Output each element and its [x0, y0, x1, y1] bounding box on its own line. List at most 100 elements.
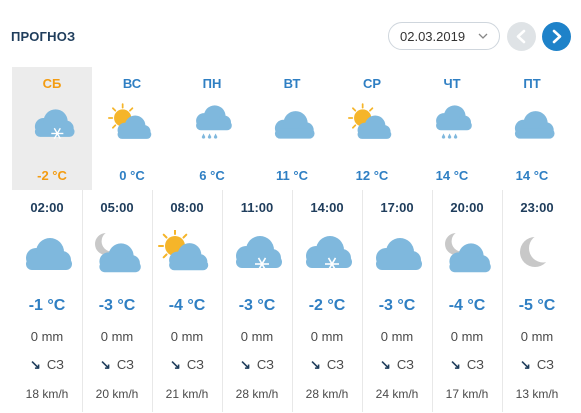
hour-wind-direction: ↘ СЗ — [82, 357, 152, 373]
hour-temperature: -3 °C — [378, 297, 416, 314]
day-temperature: 14 °C — [435, 168, 469, 183]
hour-wind-speed: 18 km/h — [25, 387, 69, 401]
hour-wind-direction: ↘ СЗ — [292, 357, 362, 373]
day-tab[interactable]: ВТ 11 °C — [252, 67, 332, 190]
hour-column: 14:00 -2 °C 0 mm ↘ СЗ 28 km/h — [292, 190, 362, 413]
hour-time: 08:00 — [170, 200, 204, 215]
hour-time: 02:00 — [30, 200, 64, 215]
date-select[interactable]: 02.03.2019 — [388, 22, 500, 50]
sun-cloud-icon — [348, 101, 398, 147]
cloud-snow-icon — [298, 230, 356, 276]
hour-temperature: -5 °C — [518, 297, 556, 314]
hour-column: 23:00 -5 °C 0 mm ↘ СЗ 13 km/h — [502, 190, 572, 413]
chevron-left-icon — [516, 29, 526, 44]
wind-direction-label: СЗ — [396, 357, 414, 372]
hour-precipitation: 0 mm — [170, 329, 204, 344]
hour-precipitation: 0 mm — [100, 329, 134, 344]
hour-wind-direction: ↘ СЗ — [362, 357, 432, 373]
forecast-title: ПРОГНОЗ — [11, 29, 76, 44]
hour-wind-speed: 28 km/h — [235, 387, 279, 401]
hour-wind-direction: ↘ СЗ — [432, 357, 502, 373]
hour-precipitation: 0 mm — [240, 329, 274, 344]
day-tab[interactable]: ПТ 14 °C — [492, 67, 572, 190]
day-tab[interactable]: СБ -2 °C — [12, 67, 92, 190]
hour-precipitation: 0 mm — [380, 329, 414, 344]
wind-direction-label: СЗ — [116, 357, 134, 372]
wind-arrow-icon: ↘ — [449, 357, 461, 372]
hour-wind-speed: 28 km/h — [305, 387, 349, 401]
wind-direction-label: СЗ — [326, 357, 344, 372]
wind-direction-label: СЗ — [46, 357, 64, 372]
days-strip: СБ -2 °C ВС 0 °C ПН 6 °C ВТ 11 °C СР 12 °C ЧТ… — [12, 67, 572, 190]
wind-direction-label: СЗ — [536, 357, 554, 372]
hour-temperature: -3 °C — [238, 297, 276, 314]
day-name: СБ — [42, 76, 62, 91]
hour-column: 05:00 -3 °C 0 mm ↘ СЗ 20 km/h — [82, 190, 152, 413]
cloud-icon — [268, 101, 318, 147]
day-tab[interactable]: ВС 0 °C — [92, 67, 172, 190]
hour-wind-speed: 21 km/h — [165, 387, 209, 401]
wind-direction-label: СЗ — [186, 357, 204, 372]
wind-arrow-icon: ↘ — [309, 357, 321, 372]
wind-arrow-icon: ↘ — [29, 357, 41, 372]
wind-arrow-icon: ↘ — [519, 357, 531, 372]
day-name: СР — [362, 76, 382, 91]
cloud-snow-icon — [228, 230, 286, 276]
cloud-rain-icon — [188, 101, 238, 147]
day-temperature: 14 °C — [515, 168, 549, 183]
hour-time: 17:00 — [380, 200, 414, 215]
hour-wind-direction: ↘ СЗ — [12, 357, 82, 373]
day-temperature: 12 °C — [355, 168, 389, 183]
hour-precipitation: 0 mm — [310, 329, 344, 344]
wind-direction-label: СЗ — [256, 357, 274, 372]
hour-column: 08:00 -4 °C 0 mm ↘ СЗ 21 km/h — [152, 190, 222, 413]
column-divider — [82, 190, 83, 412]
prev-day-button[interactable] — [507, 22, 536, 51]
day-name: ВТ — [283, 76, 301, 91]
chevron-right-icon — [552, 29, 562, 44]
hour-column: 17:00 -3 °C 0 mm ↘ СЗ 24 km/h — [362, 190, 432, 413]
hour-wind-speed: 13 km/h — [515, 387, 559, 401]
hour-column: 11:00 -3 °C 0 mm ↘ СЗ 28 km/h — [222, 190, 292, 413]
hour-wind-direction: ↘ СЗ — [222, 357, 292, 373]
day-tab[interactable]: ПН 6 °C — [172, 67, 252, 190]
wind-arrow-icon: ↘ — [169, 357, 181, 372]
day-temperature: 6 °C — [199, 168, 225, 183]
day-name: ПН — [202, 76, 222, 91]
hour-temperature: -2 °C — [308, 297, 346, 314]
cloud-icon — [508, 101, 558, 147]
column-divider — [292, 190, 293, 412]
hour-wind-speed: 24 km/h — [375, 387, 419, 401]
hour-temperature: -4 °C — [168, 297, 206, 314]
column-divider — [362, 190, 363, 412]
hour-wind-direction: ↘ СЗ — [502, 357, 572, 373]
wind-arrow-icon: ↘ — [239, 357, 251, 372]
hour-wind-direction: ↘ СЗ — [152, 357, 222, 373]
sun-cloud-icon — [108, 101, 158, 147]
wind-direction-label: СЗ — [466, 357, 484, 372]
moon-cloud-icon — [88, 230, 146, 276]
hour-wind-speed: 20 km/h — [95, 387, 139, 401]
next-day-button[interactable] — [542, 22, 571, 51]
hour-temperature: -4 °C — [448, 297, 486, 314]
cloud-rain-icon — [428, 101, 478, 147]
day-tab[interactable]: СР 12 °C — [332, 67, 412, 190]
hour-wind-speed: 17 km/h — [445, 387, 489, 401]
day-name: ПТ — [523, 76, 541, 91]
column-divider — [152, 190, 153, 412]
hour-time: 14:00 — [310, 200, 344, 215]
hour-precipitation: 0 mm — [520, 329, 554, 344]
column-divider — [222, 190, 223, 412]
hour-column: 20:00 -4 °C 0 mm ↘ СЗ 17 km/h — [432, 190, 502, 413]
moon-icon — [508, 230, 566, 276]
hour-temperature: -3 °C — [98, 297, 136, 314]
hour-time: 23:00 — [520, 200, 554, 215]
wind-arrow-icon: ↘ — [379, 357, 391, 372]
cloud-snow-icon — [28, 101, 78, 147]
wind-arrow-icon: ↘ — [99, 357, 111, 372]
sun-cloud-icon — [158, 229, 216, 276]
day-tab[interactable]: ЧТ 14 °C — [412, 67, 492, 190]
hour-column: 02:00 -1 °C 0 mm ↘ СЗ 18 km/h — [12, 190, 82, 413]
day-temperature: 0 °C — [119, 168, 145, 183]
hour-precipitation: 0 mm — [450, 329, 484, 344]
